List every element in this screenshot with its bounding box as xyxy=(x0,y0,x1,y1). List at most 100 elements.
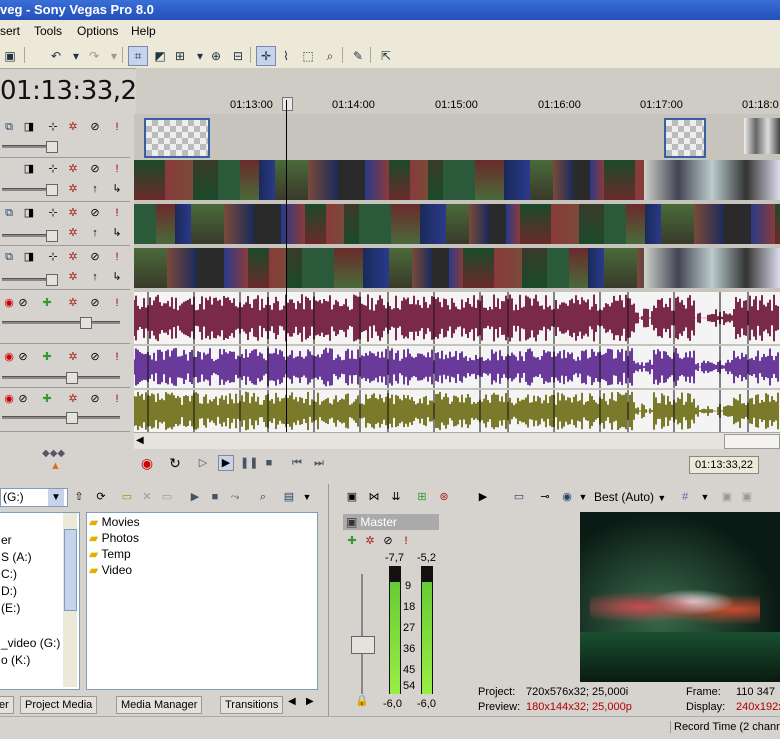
play-icon[interactable]: ▶ xyxy=(218,455,234,471)
track-header-video-4[interactable]: ⧉ ◨ ⊹ ✲ ⊘ ! ✲ ↑ ↳ xyxy=(0,246,130,290)
go-to-end-icon[interactable]: ⏭ xyxy=(312,456,326,470)
insert-fx-icon[interactable]: ⊛ xyxy=(437,490,451,504)
track-motion-icon[interactable]: ⧉ xyxy=(2,206,16,220)
video-track-2[interactable] xyxy=(134,160,780,200)
track-header-audio-3[interactable]: ◉ ⊘ ✚ ✲ ⊘ ! xyxy=(0,388,130,432)
compositing-icon[interactable]: ◨ xyxy=(22,162,36,176)
playhead-handle[interactable] xyxy=(282,97,293,111)
track-fx-icon[interactable]: ✲ xyxy=(66,162,80,176)
folder-item[interactable]: ▰ Video xyxy=(89,563,132,577)
arm-record-icon[interactable]: ◉ xyxy=(2,296,16,310)
overlays-icon[interactable]: # xyxy=(678,490,692,504)
snapping-icon[interactable]: ⌗ xyxy=(128,46,148,66)
scroll-thumb[interactable] xyxy=(64,529,77,611)
ignore-grouping-icon[interactable]: ⊟ xyxy=(228,46,248,66)
folder-list[interactable]: ▰ Movies ▰ Photos ▰ Temp ▰ Video xyxy=(86,512,318,690)
mute-icon[interactable]: ⊘ xyxy=(88,120,102,134)
video-clip[interactable] xyxy=(664,118,706,158)
tree-item[interactable]: o (K:) xyxy=(1,653,30,667)
help-pointer-icon[interactable]: ⇱ xyxy=(376,46,396,66)
tree-item[interactable]: er xyxy=(1,533,12,547)
scroll-thumb[interactable] xyxy=(724,434,780,449)
slider-knob[interactable] xyxy=(46,184,58,196)
solo-icon[interactable]: ! xyxy=(399,534,413,548)
stop-icon[interactable]: ■ xyxy=(262,456,276,470)
track-header-video-2[interactable]: ◨ ⊹ ✲ ⊘ ! ✲ ↑ ↳ xyxy=(0,158,130,202)
slider-knob[interactable] xyxy=(66,412,78,424)
up-arrow-icon[interactable]: ↑ xyxy=(88,270,102,284)
video-track-4[interactable] xyxy=(134,248,780,288)
track-header-audio-1[interactable]: ◉ ⊘ ✚ ✲ ⊘ ! xyxy=(0,290,130,344)
volume-slider[interactable] xyxy=(2,372,120,384)
menu-tools[interactable]: Tools xyxy=(34,20,62,42)
timeline-track-area[interactable] xyxy=(134,114,780,432)
playhead-cursor[interactable] xyxy=(286,100,287,432)
record-icon[interactable]: ◉ xyxy=(140,456,154,470)
video-clip[interactable] xyxy=(744,118,780,154)
track-header-video-1[interactable]: ⧉ ◨ ⊹ ✲ ⊘ ! xyxy=(0,114,130,158)
slider-knob[interactable] xyxy=(46,141,58,153)
mute-icon[interactable]: ⊘ xyxy=(88,350,102,364)
up-arrow-icon[interactable]: ↑ xyxy=(88,182,102,196)
mute-icon[interactable]: ⊘ xyxy=(88,392,102,406)
folder-tree[interactable]: er S (A:) C:) D:) (E:) _video (G:) o (K:… xyxy=(0,512,80,690)
invert-phase-icon[interactable]: ⊘ xyxy=(16,392,30,406)
zoom-handle-icon[interactable]: ◆◆◆ xyxy=(42,448,65,459)
master-fx-icon[interactable]: ✲ xyxy=(363,534,377,548)
insert-bus-icon[interactable]: ⊞ xyxy=(415,490,429,504)
play-from-start-icon[interactable]: ▷ xyxy=(196,456,210,470)
track-motion-icon[interactable]: ⧉ xyxy=(2,250,16,264)
track-fx-icon[interactable]: ✲ xyxy=(66,120,80,134)
compositing-icon[interactable]: ◨ xyxy=(22,120,36,134)
fader-track[interactable] xyxy=(361,574,363,694)
tree-item[interactable]: C:) xyxy=(1,567,17,581)
mute-icon[interactable]: ⊘ xyxy=(88,162,102,176)
undo-dropdown-icon[interactable]: ▾ xyxy=(66,46,86,66)
slider-knob[interactable] xyxy=(66,372,78,384)
folder-item[interactable]: ▰ Photos xyxy=(89,531,139,545)
scroll-left-icon[interactable]: ◀ xyxy=(136,435,144,446)
expand-icon[interactable]: ▶ xyxy=(476,490,490,504)
video-track-3[interactable] xyxy=(134,204,780,244)
timeline-horizontal-scrollbar[interactable]: ◀ xyxy=(134,432,780,449)
mute-icon[interactable]: ⊘ xyxy=(381,534,395,548)
level-slider[interactable] xyxy=(2,230,58,242)
preview-stop-icon[interactable]: ■ xyxy=(208,490,222,504)
arm-record-icon[interactable]: ◉ xyxy=(2,350,16,364)
make-compositing-child-icon[interactable]: ↳ xyxy=(110,226,124,240)
auto-preview-icon[interactable]: ⤳ xyxy=(228,490,242,504)
selection-tool-icon[interactable]: ⬚ xyxy=(298,46,318,66)
track-fx-icon[interactable]: ✲ xyxy=(66,392,80,406)
views-icon[interactable]: ▤ xyxy=(282,490,296,504)
insert-envelope-icon[interactable]: ✚ xyxy=(40,350,54,364)
make-compositing-child-icon[interactable]: ↳ xyxy=(110,270,124,284)
timeline-ruler[interactable]: 01:13:00 01:14:00 01:15:00 01:16:00 01:1… xyxy=(136,68,780,124)
up-folder-icon[interactable]: ⇧ xyxy=(72,490,86,504)
track-fx-icon[interactable]: ✲ xyxy=(66,250,80,264)
level-slider[interactable] xyxy=(2,184,58,196)
brush-icon[interactable]: ✎ xyxy=(348,46,368,66)
track-header-audio-2[interactable]: ◉ ⊘ ✚ ✲ ⊘ ! xyxy=(0,344,130,388)
folder-item[interactable]: ▰ Movies xyxy=(89,515,140,529)
mute-icon[interactable]: ⊘ xyxy=(88,250,102,264)
bypass-motion-blur-icon[interactable]: ⊹ xyxy=(46,120,60,134)
split-screen-icon[interactable]: ◉ xyxy=(560,490,574,504)
invert-phase-icon[interactable]: ⊘ xyxy=(16,296,30,310)
views-dropdown-icon[interactable]: ▼ xyxy=(300,490,314,504)
envelope-icon[interactable]: ✚ xyxy=(345,534,359,548)
normal-edit-tool-icon[interactable]: ✛ xyxy=(256,46,276,66)
volume-slider[interactable] xyxy=(2,317,120,329)
add-favorites-icon[interactable]: ▭ xyxy=(160,490,174,504)
compositing-icon[interactable]: ◨ xyxy=(22,250,36,264)
tree-item[interactable]: S (A:) xyxy=(1,550,32,564)
solo-icon[interactable]: ! xyxy=(110,162,124,176)
bypass-motion-blur-icon[interactable]: ⊹ xyxy=(46,162,60,176)
tree-item[interactable]: D:) xyxy=(1,584,17,598)
parent-fx-icon[interactable]: ✲ xyxy=(66,270,80,284)
tab-explorer[interactable]: er xyxy=(0,696,14,714)
master-fader-handle[interactable] xyxy=(351,636,375,654)
audio-track-1[interactable] xyxy=(134,292,780,344)
master-bus-header[interactable]: ▣ Master xyxy=(343,514,439,530)
split-dropdown-icon[interactable]: ▼ xyxy=(576,490,590,504)
menu-insert[interactable]: sert xyxy=(0,20,20,42)
